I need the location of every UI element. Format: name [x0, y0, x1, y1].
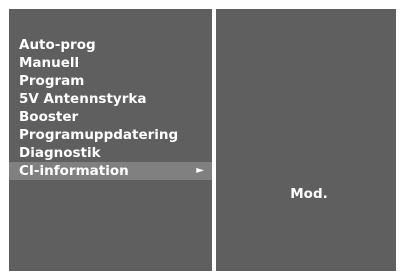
menu-item-programuppdatering[interactable]: Programuppdatering [9, 126, 212, 144]
menu-item-label: Manuell [19, 55, 80, 71]
menu-item-diagnostik[interactable]: Diagnostik [9, 144, 212, 162]
right-triangle-icon: ► [196, 165, 204, 176]
menu-item-label: Program [19, 73, 85, 89]
menu-item-label: CI-information [19, 163, 129, 179]
menu-item-label: Diagnostik [19, 145, 101, 161]
menu-item-booster[interactable]: Booster [9, 108, 212, 126]
setup-menu-list: Auto-prog Manuell Program 5V Antennstyrk… [9, 36, 212, 180]
menu-item-auto-prog[interactable]: Auto-prog [9, 36, 212, 54]
submenu-panel: Mod. [216, 9, 396, 271]
submenu-item-mod[interactable]: Mod. [216, 185, 396, 203]
menu-item-program[interactable]: Program [9, 72, 212, 90]
menu-item-ci-information[interactable]: CI-information ► [9, 162, 212, 180]
menu-item-label: 5V Antennstyrka [19, 91, 147, 107]
menu-item-label: Programuppdatering [19, 127, 179, 143]
menu-item-manuell[interactable]: Manuell [9, 54, 212, 72]
menu-item-label: Booster [19, 109, 79, 125]
main-menu-panel: Auto-prog Manuell Program 5V Antennstyrk… [9, 9, 212, 271]
tv-setup-screen: Auto-prog Manuell Program 5V Antennstyrk… [0, 0, 406, 280]
menu-item-label: Auto-prog [19, 37, 96, 53]
menu-item-5v-antennstyrka[interactable]: 5V Antennstyrka [9, 90, 212, 108]
